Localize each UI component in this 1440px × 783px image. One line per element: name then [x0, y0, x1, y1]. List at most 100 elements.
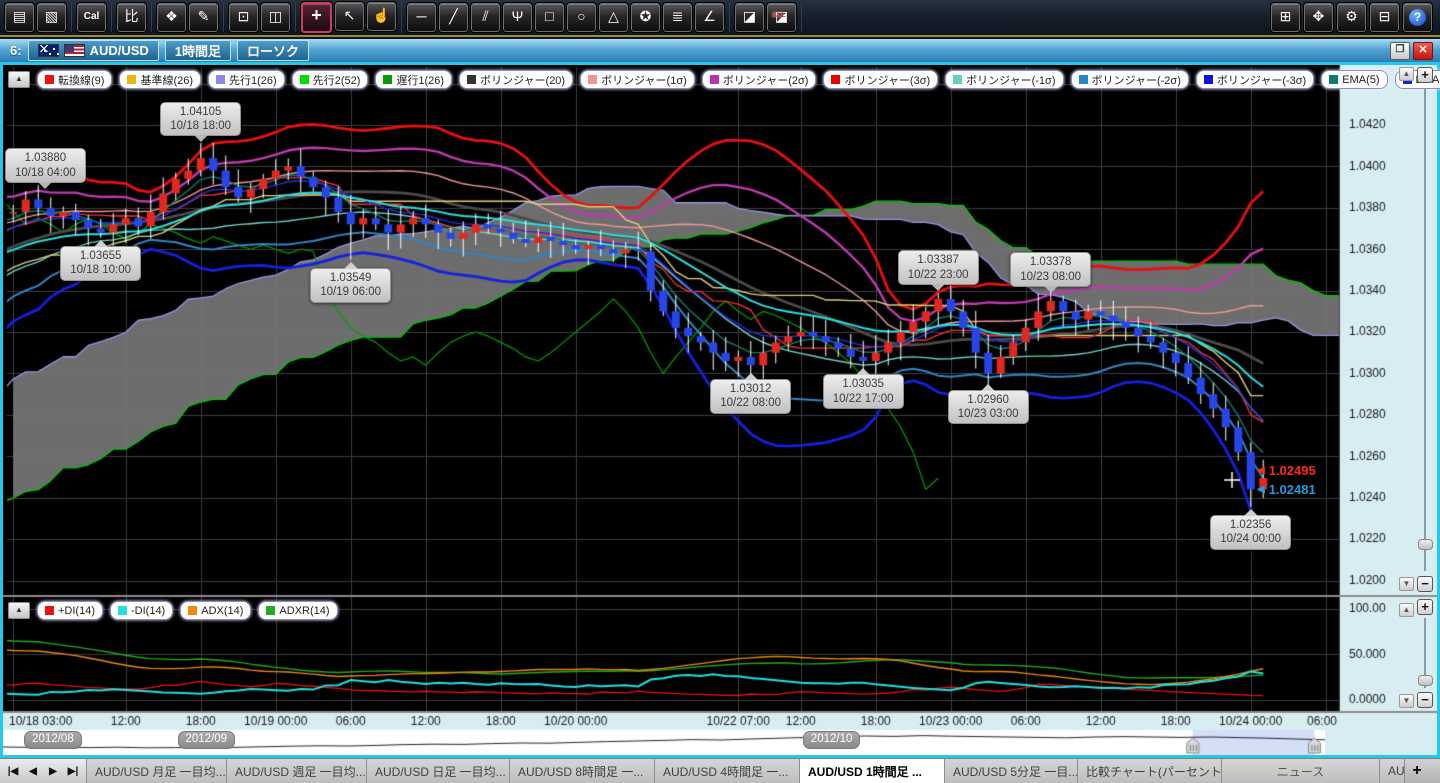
- new-chart-button[interactable]: ▧: [37, 3, 66, 32]
- crosshair-tool-button[interactable]: +: [301, 2, 332, 33]
- indicator-pill[interactable]: ボリンジャー(-3σ): [1196, 70, 1314, 89]
- sub-scroll-up-button[interactable]: ▲: [1399, 603, 1414, 617]
- indicator-pill[interactable]: EMA(5): [1321, 70, 1387, 89]
- fan-lines-tool-button[interactable]: ∠: [695, 3, 724, 32]
- tab-prev-button[interactable]: ◀: [24, 766, 42, 777]
- tab-first-button[interactable]: |◀: [4, 766, 22, 777]
- tab-next-button[interactable]: ▶: [44, 766, 62, 777]
- main-zoom-in-button[interactable]: +: [1417, 67, 1433, 83]
- triangle-tool-button[interactable]: △: [599, 3, 628, 32]
- sub-scroll-down-button[interactable]: ▼: [1399, 694, 1414, 708]
- chart-annotation: 1.0354910/19 06:00: [310, 268, 391, 303]
- rectangle-tool-button[interactable]: □: [535, 3, 564, 32]
- print-button[interactable]: ⊟: [1370, 3, 1399, 32]
- annotation-time: 10/19 06:00: [320, 285, 381, 299]
- chart-tab[interactable]: 比較チャート(パーセント...: [1078, 759, 1222, 783]
- app-settings-button[interactable]: ⚙: [1337, 3, 1366, 32]
- indicator-label: ADX(14): [201, 605, 243, 617]
- main-scroll-down-button[interactable]: ▼: [1399, 577, 1414, 591]
- indicator-settings-button[interactable]: ❖: [157, 3, 186, 32]
- indicator-pill[interactable]: 先行1(26): [208, 70, 285, 89]
- chart-tab[interactable]: AUD/USD 日足 一目均...: [367, 759, 510, 783]
- main-zoom-slider-handle[interactable]: [1418, 539, 1433, 550]
- main-indicator-legend: ▲ 転換線(9) 基準線(26) 先行1(26) 先行2(52) 遅行1(26) ボリンジャ…: [8, 70, 1440, 89]
- indicator-pill[interactable]: ボリンジャー(2σ): [702, 70, 817, 89]
- toolbar-group: ─╱⫽Ψ□○△✪≣∠: [407, 3, 730, 32]
- pair-selector[interactable]: AUD/USD: [28, 40, 159, 61]
- ellipse-tool-button[interactable]: ○: [567, 3, 596, 32]
- indicator-pill[interactable]: ボリンジャー(-1σ): [945, 70, 1063, 89]
- compare-button[interactable]: 比: [117, 3, 146, 32]
- chart-tab[interactable]: AUD: [1380, 759, 1405, 783]
- chart-annotation: 1.0303510/22 17:00: [823, 374, 904, 409]
- indicator-pill[interactable]: ボリンジャー(20): [459, 70, 573, 89]
- sub-zoom-in-button[interactable]: +: [1417, 599, 1433, 615]
- toolbar-group: ◪◪ALL: [735, 3, 802, 32]
- main-zoom-slider-track[interactable]: [1424, 89, 1426, 571]
- cascade-windows-button[interactable]: ⊞: [1271, 3, 1300, 32]
- save-button[interactable]: ◫: [261, 3, 290, 32]
- help-button[interactable]: ?: [1403, 3, 1432, 32]
- main-zoom-out-button[interactable]: −: [1417, 576, 1433, 592]
- annotation-time: 10/23 03:00: [958, 407, 1019, 421]
- annotation-time: 10/18 04:00: [15, 166, 76, 180]
- indicator-pill[interactable]: 先行2(52): [292, 70, 369, 89]
- tab-last-button[interactable]: ▶|: [64, 766, 82, 777]
- legend-collapse-button[interactable]: ▲: [8, 71, 30, 88]
- pitchfork-tool-button[interactable]: Ψ: [503, 3, 532, 32]
- erase-all-button[interactable]: ◪ALL: [767, 3, 796, 32]
- indicator-pill[interactable]: ADXR(14): [258, 601, 337, 620]
- close-window-button[interactable]: ✕: [1413, 42, 1433, 60]
- chart-annotation: 1.0410510/18 18:00: [160, 102, 241, 137]
- chart-tab[interactable]: AUD/USD 週足 一目均...: [227, 759, 367, 783]
- fibonacci-tool-button[interactable]: ≣: [663, 3, 692, 32]
- parallel-lines-tool-button[interactable]: ⫽: [471, 3, 500, 32]
- indicator-color-swatch: [45, 75, 54, 84]
- fullscreen-button[interactable]: ✥: [1304, 3, 1333, 32]
- select-tool-button[interactable]: ↖: [335, 2, 364, 31]
- legend-collapse-button[interactable]: ▲: [8, 602, 30, 619]
- chart-tab[interactable]: ニュース: [1222, 759, 1380, 783]
- chart-list-button[interactable]: ▤: [5, 3, 34, 32]
- calendar-button[interactable]: Cal: [77, 3, 106, 32]
- usa-flag-icon: [64, 44, 85, 57]
- indicator-pill[interactable]: -DI(14): [110, 601, 173, 620]
- draw-pencil-button[interactable]: ✎: [189, 3, 218, 32]
- restore-window-button[interactable]: ❐: [1390, 42, 1410, 60]
- indicator-label: +DI(14): [58, 605, 95, 617]
- indicator-color-swatch: [188, 606, 197, 615]
- pan-tool-button[interactable]: ☝: [367, 2, 396, 31]
- pentagon-tool-button[interactable]: ✪: [631, 3, 660, 32]
- indicator-color-swatch: [118, 606, 127, 615]
- timeframe-selector[interactable]: 1時間足: [165, 40, 231, 61]
- sub-zoom-out-button[interactable]: −: [1417, 692, 1433, 708]
- indicator-pill[interactable]: ボリンジャー(1σ): [580, 70, 695, 89]
- indicator-pill[interactable]: ADX(14): [180, 601, 251, 620]
- chart-tab[interactable]: AUD/USD 4時間足 一...: [655, 759, 800, 783]
- help-icon: ?: [1409, 9, 1426, 26]
- sub-zoom-slider-handle[interactable]: [1418, 675, 1433, 686]
- main-scroll-up-button[interactable]: ▲: [1399, 67, 1414, 81]
- indicator-pill[interactable]: 転換線(9): [37, 70, 112, 89]
- trendline-tool-button[interactable]: ╱: [439, 3, 468, 32]
- indicator-pill[interactable]: 遅行1(26): [375, 70, 452, 89]
- chart-tab[interactable]: AUD/USD 8時間足 一...: [510, 759, 655, 783]
- chart-application: ▤▧Cal比❖✎⊡◫+↖☝─╱⫽Ψ□○△✪≣∠◪◪ALL⊞✥⚙⊟? 6: AUD…: [0, 0, 1440, 783]
- chart-tab[interactable]: AUD/USD 月足 一目均...: [87, 759, 227, 783]
- month-marker: 2012/10: [803, 731, 861, 749]
- annotation-time: 10/24 00:00: [1220, 532, 1281, 546]
- annotation-price: 1.02356: [1220, 518, 1281, 532]
- chart-tab[interactable]: AUD/USD 1時間足 ...: [800, 759, 945, 783]
- chart-type-selector[interactable]: ローソク: [237, 40, 309, 61]
- add-tab-button[interactable]: +: [1405, 759, 1429, 783]
- indicator-pill[interactable]: 基準線(26): [119, 70, 201, 89]
- chart-settings-button[interactable]: ⊡: [229, 3, 258, 32]
- indicator-pill[interactable]: ボリンジャー(3σ): [823, 70, 938, 89]
- chart-window-titlebar: 6: AUD/USD 1時間足 ローソク ❐ ✕: [0, 39, 1440, 62]
- chart-tab[interactable]: AUD/USD 5分足 一目...: [945, 759, 1078, 783]
- annotation-price: 1.03387: [908, 253, 969, 267]
- eraser-button[interactable]: ◪: [735, 3, 764, 32]
- hline-tool-button[interactable]: ─: [407, 3, 436, 32]
- indicator-pill[interactable]: ボリンジャー(-2σ): [1071, 70, 1189, 89]
- indicator-pill[interactable]: +DI(14): [37, 601, 103, 620]
